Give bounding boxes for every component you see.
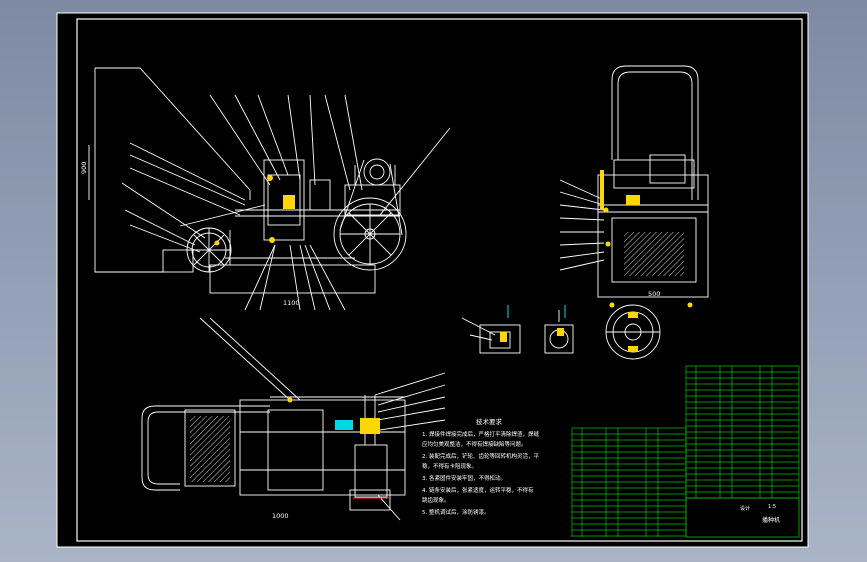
top-bottom-label: 1000	[272, 512, 289, 520]
title-block-design: 设计	[740, 505, 750, 512]
front-bottom-label: 1100	[283, 299, 300, 307]
tech-req-line-3: 2. 装配完成后，铲轮、齿轮等回转机构灵活，平	[422, 452, 539, 460]
tech-req-line-4: 稳，不得有卡阻现象。	[422, 462, 477, 470]
tech-req-line-8: 5. 整机调试后，涂防锈漆。	[422, 508, 490, 516]
cad-drawing-canvas: 900 1100 500 1000 技术要求 1. 焊接件焊接完成后，严格打平清…	[56, 12, 809, 548]
top-hopper-hatch	[190, 416, 230, 482]
front-height-label: 900	[80, 162, 88, 174]
tech-req-line-2: 应均匀美观整洁，不得有焊接缺陷等问题。	[422, 440, 527, 448]
tech-req-line-7: 跳齿现象。	[422, 496, 450, 504]
front-gear-highlight	[283, 195, 295, 209]
tech-req-line-1: 1. 焊接件焊接完成后，严格打平清除焊渣，焊缝	[422, 430, 539, 438]
tech-req-line-6: 4. 链条安装后，张紧适度，运转平稳，不得有	[422, 486, 534, 494]
tech-req-title: 技术要求	[476, 417, 503, 426]
drawing-name: 播种机	[762, 516, 780, 524]
tech-req-line-5: 3. 各紧固件安装牢固，不得松动。	[422, 474, 506, 482]
side-hopper-hatch	[624, 232, 684, 276]
side-bottom-label: 500	[648, 290, 660, 298]
title-block-scale: 1:5	[768, 504, 776, 510]
